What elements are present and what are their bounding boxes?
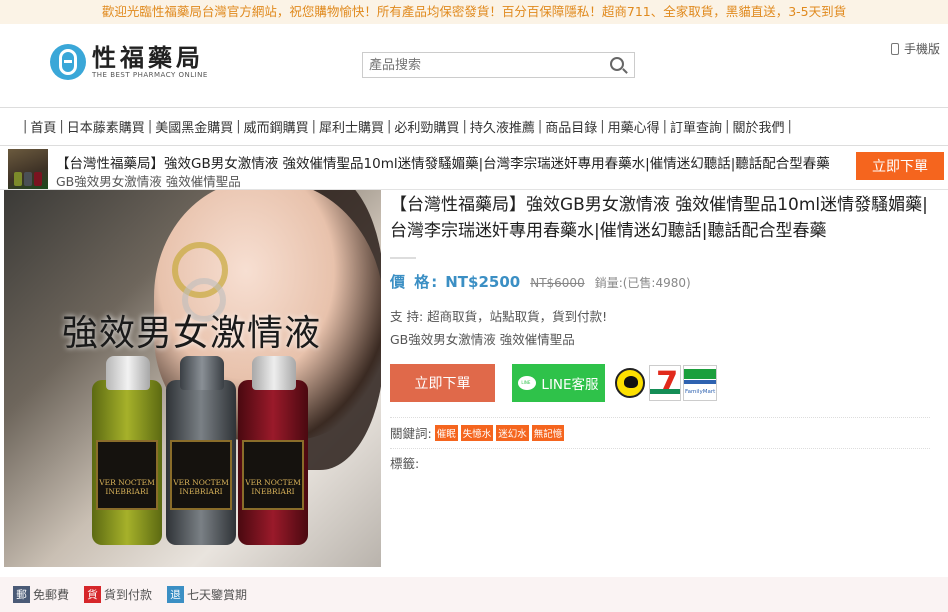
main-nav: | 首頁 | 日本藤素購買 | 美國黑金購買 | 威而鋼購買 | 犀利士購買 | 必利勁購… <box>0 108 948 146</box>
sticky-product-bar: 【台灣性福藥局】強效GB男女激情液 強效催情聖品10ml迷情發騷媚藥|台灣李宗瑞… <box>0 146 948 190</box>
logo-subtitle: THE BEST PHARMACY ONLINE <box>92 71 208 79</box>
mobile-version-link[interactable]: 手機版 <box>890 40 940 57</box>
logo-icon <box>50 44 86 80</box>
phone-icon <box>890 42 899 55</box>
badge-free-shipping: 郵 免郵費 <box>13 586 69 603</box>
cod-icon: 貨 <box>84 586 102 603</box>
nav-item-japan[interactable]: 日本藤素購買 <box>67 117 145 136</box>
search-input[interactable] <box>363 53 603 77</box>
image-overlay-text: 強效男女激情液 <box>62 313 322 354</box>
product-info: 【台灣性福藥局】強效GB男女激情液 強效催情聖品10ml迷情發騷媚藥|台灣李宗瑞… <box>390 190 935 472</box>
nav-item-priligy[interactable]: 必利勁購買 <box>394 117 459 136</box>
bottle-label-text: VER NOCTEM INEBRIARI <box>173 478 229 496</box>
nav-item-usa-black-gold[interactable]: 美國黑金購買 <box>155 117 233 136</box>
product-image: 強效男女激情液 VER NOCTEM INEBRIARI VER NOCTEM … <box>4 190 381 567</box>
keyword-tag[interactable]: 失憶水 <box>460 424 494 441</box>
search-box <box>362 52 635 78</box>
price-label: 價 格: <box>390 273 440 291</box>
badge-cash-on-delivery: 貨 貨到付款 <box>84 586 152 603</box>
bottle-label-text: VER NOCTEM INEBRIARI <box>99 478 155 496</box>
service-badges: 郵 免郵費 貨 貨到付款 退 七天鑒賞期 <box>0 577 948 612</box>
bottle-label-text: VER NOCTEM INEBRIARI <box>245 478 301 496</box>
support-info: 支 持: 超商取貨，站點取貨，貨到付款! <box>390 309 608 324</box>
nav-item-cialis[interactable]: 犀利士購買 <box>319 117 384 136</box>
site-logo[interactable]: 性福藥局 THE BEST PHARMACY ONLINE <box>50 44 208 80</box>
mobile-version-label: 手機版 <box>903 42 940 56</box>
nav-item-viagra[interactable]: 威而鋼購買 <box>244 117 309 136</box>
delivery-logos: 7 FamilyMart <box>615 364 717 402</box>
nav-item-order-query[interactable]: 訂單查詢 <box>670 117 722 136</box>
product-main: 強效男女激情液 VER NOCTEM INEBRIARI VER NOCTEM … <box>0 190 948 567</box>
bottle-grey: VER NOCTEM INEBRIARI <box>166 356 236 545</box>
keyword-tag[interactable]: 迷幻水 <box>496 424 529 441</box>
old-price: NT$6000 <box>530 276 585 290</box>
tags-row: 標籤: <box>390 448 930 472</box>
return-icon: 退 <box>167 586 185 603</box>
announcement-bar: 歡迎光臨性福藥局台灣官方網站，祝您購物愉快！所有產品均保密發貨！百分百保障隱私！… <box>0 0 948 24</box>
bottle-green: VER NOCTEM INEBRIARI <box>92 356 162 545</box>
sticky-buy-button[interactable]: 立即下單 <box>856 152 944 180</box>
line-service-button[interactable]: LINE客服 <box>512 364 605 402</box>
line-icon <box>518 376 537 390</box>
price-value: NT$2500 <box>445 273 521 291</box>
sales-count: 銷量:(已售:4980) <box>594 276 691 290</box>
bottle-red: VER NOCTEM INEBRIARI <box>238 356 308 545</box>
price-row: 價 格: NT$2500 NT$6000 銷量:(已售:4980) <box>390 271 935 292</box>
sticky-product-subtitle: GB強效男女激情液 強效催情聖品 <box>56 174 241 189</box>
sticky-product-title: 【台灣性福藥局】強效GB男女激情液 強效催情聖品10ml迷情發騷媚藥|台灣李宗瑞… <box>56 156 830 172</box>
product-thumbnail <box>8 149 48 189</box>
nav-item-home[interactable]: 首頁 <box>30 117 56 136</box>
keywords-row: 關鍵詞: 催眠 失憶水 迷幻水 無記憶 <box>390 423 935 442</box>
black-cat-logo-icon <box>615 368 645 398</box>
mail-icon: 郵 <box>13 586 30 603</box>
nav-item-about[interactable]: 關於我們 <box>732 117 784 136</box>
nav-item-experience[interactable]: 用藥心得 <box>608 117 660 136</box>
keyword-tag[interactable]: 無記憶 <box>531 424 565 441</box>
familymart-logo-icon: FamilyMart <box>683 365 717 401</box>
search-icon[interactable] <box>610 57 624 71</box>
product-subtitle: GB強效男女激情液 強效催情聖品 <box>390 332 575 347</box>
line-button-label: LINE客服 <box>541 377 599 393</box>
product-title: 【台灣性福藥局】強效GB男女激情液 強效催情聖品10ml迷情發騷媚藥|台灣李宗瑞… <box>390 195 928 241</box>
nav-item-catalog[interactable]: 商品目錄 <box>545 117 597 136</box>
site-header: 性福藥局 THE BEST PHARMACY ONLINE 手機版 <box>0 24 948 108</box>
nav-item-spray[interactable]: 持久液推薦 <box>470 117 535 136</box>
action-row: 立即下單 LINE客服 7 FamilyMart <box>390 364 935 402</box>
seven-eleven-logo-icon: 7 <box>649 364 681 402</box>
tags-label: 標籤: <box>390 456 420 471</box>
keyword-tag[interactable]: 催眠 <box>434 424 458 441</box>
keywords-label: 關鍵詞: <box>390 426 432 441</box>
badge-seven-day-return: 退 七天鑒賞期 <box>167 586 247 603</box>
logo-title: 性福藥局 <box>92 44 204 72</box>
buy-now-button[interactable]: 立即下單 <box>390 364 495 402</box>
